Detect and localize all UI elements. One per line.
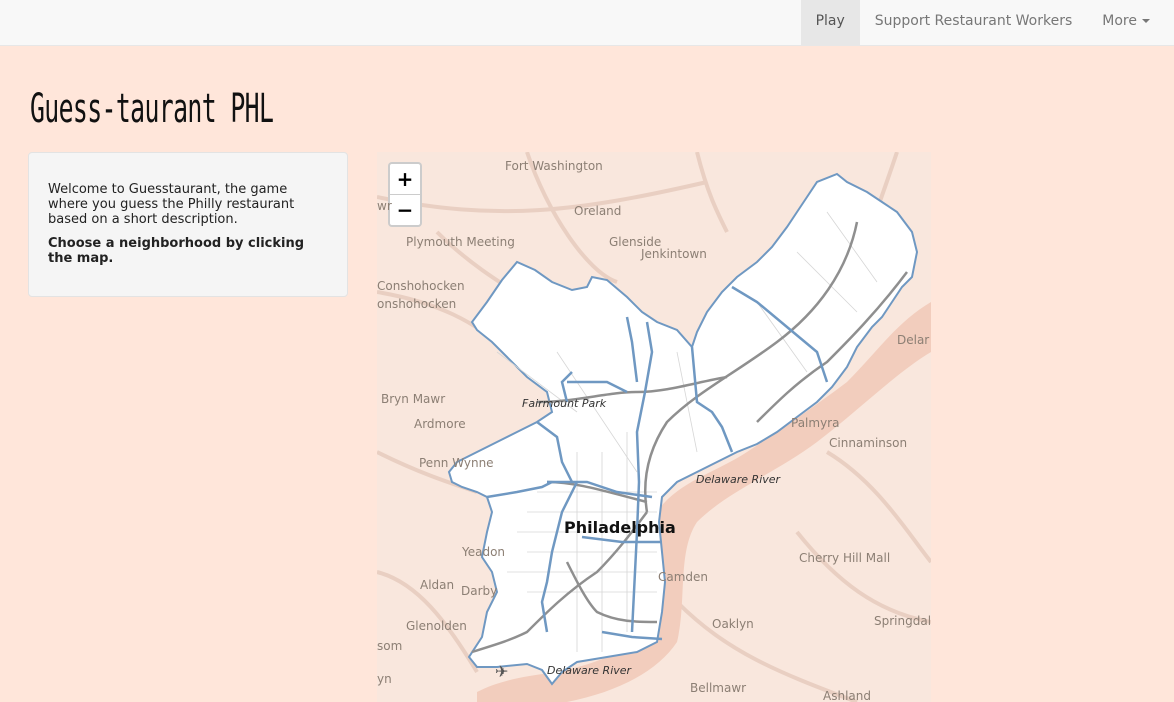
map-label-palmyra: Palmyra: [791, 416, 840, 430]
neighborhood-map[interactable]: + − Fort Washington Oreland wr Plymouth …: [377, 152, 931, 702]
map-label-w-conshohocken: onshohocken: [377, 297, 457, 311]
map-label-delaware-river-lower: Delaware River: [547, 664, 632, 677]
nav-play[interactable]: Play: [800, 0, 860, 45]
map-label-delaware-edge: Delar: [897, 333, 930, 347]
map-label-fort-washington: Fort Washington: [505, 159, 603, 173]
map-label-delaware-river-upper: Delaware River: [696, 473, 781, 486]
map-label-bellmawr: Bellmawr: [690, 681, 747, 695]
map-label-lyn-edge: yn: [377, 672, 392, 686]
instruction-text: Choose a neighborhood by clicking the ma…: [48, 236, 305, 266]
nav-support-restaurant-workers[interactable]: Support Restaurant Workers: [860, 0, 1088, 45]
nav-more-label: More: [1102, 13, 1137, 29]
map-label-bryn-mawr: Bryn Mawr: [381, 392, 446, 406]
map-label-wr: wr: [377, 199, 392, 213]
map-label-oaklyn: Oaklyn: [712, 617, 754, 631]
zoom-in-button[interactable]: +: [390, 164, 420, 194]
map-label-camden: Camden: [658, 570, 709, 584]
map-label-penn-wynne: Penn Wynne: [419, 456, 494, 470]
navbar: Play Support Restaurant Workers More: [0, 0, 1174, 46]
navbar-menu: Play Support Restaurant Workers More: [800, 0, 1174, 45]
nav-more-dropdown[interactable]: More: [1087, 0, 1174, 45]
caret-down-icon: [1142, 19, 1150, 23]
map-label-cherry-hill-mall: Cherry Hill Mall: [799, 551, 891, 565]
map-label-jenkintown: Jenkintown: [641, 247, 707, 261]
map-label-springdale: Springdal: [874, 614, 931, 628]
airport-icon: ✈: [495, 662, 509, 681]
map-label-ardmore: Ardmore: [414, 417, 466, 431]
map-label-swarthmore-edge: som: [377, 639, 403, 653]
map-label-cinnaminson: Cinnaminson: [829, 436, 908, 450]
map-label-plymouth-meeting: Plymouth Meeting: [406, 235, 515, 249]
map-label-oreland: Oreland: [574, 204, 622, 218]
page-title: Guess-taurant PHL: [30, 86, 274, 132]
map-label-ashland: Ashland: [823, 689, 871, 702]
map-label-yeadon: Yeadon: [462, 545, 506, 559]
intro-text: Welcome to Guesstaurant, the game where …: [48, 182, 295, 227]
map-label-conshohocken: Conshohocken: [377, 279, 465, 293]
map-label-fairmount-park: Fairmount Park: [522, 397, 607, 410]
map-label-aldan: Aldan: [420, 578, 455, 592]
zoom-out-button[interactable]: −: [390, 194, 420, 225]
zoom-control: + −: [388, 162, 422, 227]
map-label-philadelphia: Philadelphia: [564, 518, 676, 537]
map-label-darby: Darby: [461, 584, 498, 598]
map-label-glenolden: Glenolden: [406, 619, 467, 633]
sidebar-panel: Welcome to Guesstaurant, the game where …: [28, 152, 348, 297]
